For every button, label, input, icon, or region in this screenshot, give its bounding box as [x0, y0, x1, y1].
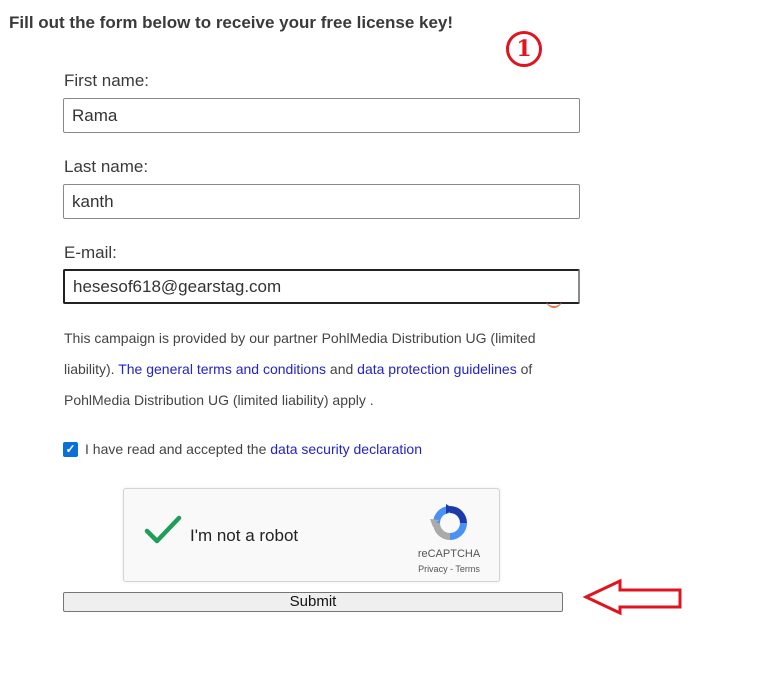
submit-button[interactable]: Submit [63, 592, 563, 612]
privacy-link[interactable]: data protection guidelines [357, 361, 517, 377]
data-security-link[interactable]: data security declaration [270, 441, 422, 457]
recaptcha-label: I'm not a robot [190, 526, 299, 545]
campaign-notice: This campaign is provided by our partner… [64, 323, 564, 416]
recaptcha-check-icon[interactable] [144, 515, 182, 545]
consent-text: I have read and accepted the [85, 441, 267, 457]
consent-row: ✓ I have read and accepted the data secu… [63, 441, 422, 457]
autofill-indicator-icon [546, 300, 562, 308]
notice-and: and [329, 361, 354, 377]
last-name-input[interactable] [63, 184, 580, 219]
recaptcha-terms: Privacy - Terms [404, 564, 494, 574]
step-marker-annotation: 1 [506, 31, 542, 67]
last-name-label: Last name: [64, 157, 149, 176]
email-input[interactable] [63, 269, 580, 304]
recaptcha-terms-link[interactable]: Terms [455, 564, 480, 574]
consent-checkbox[interactable]: ✓ [63, 441, 78, 457]
email-label: E-mail: [64, 243, 117, 262]
recaptcha-logo-icon [430, 504, 467, 540]
page-heading: Fill out the form below to receive your … [9, 13, 454, 32]
terms-link[interactable]: The general terms and conditions [118, 361, 326, 377]
first-name-input[interactable] [63, 98, 580, 133]
recaptcha-privacy-link[interactable]: Privacy [418, 564, 448, 574]
first-name-label: First name: [64, 71, 150, 90]
recaptcha-widget: I'm not a robot reCAPTCHA Privacy - Term… [123, 488, 500, 582]
recaptcha-brand: reCAPTCHA [417, 548, 481, 560]
pointer-arrow-icon [583, 578, 682, 616]
